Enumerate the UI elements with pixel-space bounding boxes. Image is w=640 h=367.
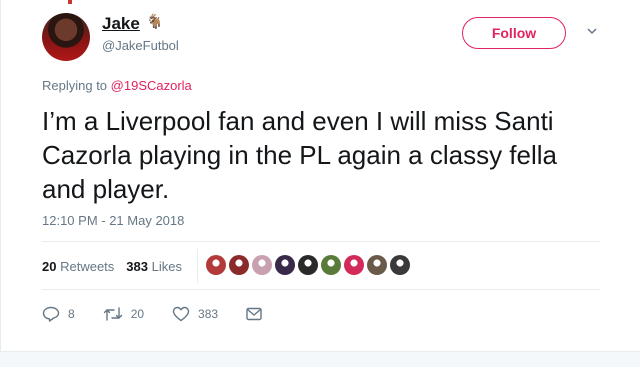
retweets-stat[interactable]: 20 Retweets <box>42 259 114 274</box>
divider <box>42 241 600 242</box>
reply-icon <box>42 306 60 322</box>
likes-count: 383 <box>126 259 148 274</box>
divider <box>42 289 600 290</box>
reply-count: 8 <box>68 307 75 321</box>
liker-avatar[interactable] <box>367 255 387 275</box>
action-bar: 8 20 383 <box>42 303 298 325</box>
left-border <box>0 0 1 366</box>
liker-avatar[interactable] <box>206 255 226 275</box>
liker-avatar[interactable] <box>298 255 318 275</box>
chevron-down-icon[interactable] <box>586 25 598 37</box>
goat-emoji-icon: 🐐 <box>146 13 164 29</box>
stats-separator <box>197 249 198 283</box>
retweet-icon <box>103 307 122 321</box>
liker-avatar[interactable] <box>252 255 272 275</box>
liker-avatar[interactable] <box>275 255 295 275</box>
engagement-stats: 20 Retweets 383 Likes <box>42 259 194 274</box>
liker-avatar[interactable] <box>321 255 341 275</box>
mention-link[interactable]: @19SCazorla <box>111 78 192 93</box>
top-mark <box>68 0 72 4</box>
liker-avatar[interactable] <box>229 255 249 275</box>
direct-message-action[interactable] <box>246 307 270 321</box>
heart-icon <box>172 306 190 322</box>
tweet-timestamp[interactable]: 12:10 PM - 21 May 2018 <box>42 213 184 228</box>
envelope-icon <box>246 307 262 321</box>
avatar[interactable] <box>42 13 90 61</box>
retweet-count: 20 <box>130 307 145 321</box>
retweet-action[interactable]: 20 <box>103 306 144 322</box>
like-action[interactable]: 383 <box>172 306 218 322</box>
like-count: 383 <box>198 307 219 321</box>
liker-avatar[interactable] <box>390 255 410 275</box>
replying-to: Replying to @19SCazorla <box>42 78 192 93</box>
user-handle[interactable]: @JakeFutbol <box>102 38 179 53</box>
reply-action[interactable]: 8 <box>42 306 75 322</box>
likes-label: Likes <box>151 259 182 274</box>
liker-avatar[interactable] <box>344 255 364 275</box>
display-name[interactable]: Jake <box>102 14 140 34</box>
retweets-count: 20 <box>42 259 57 274</box>
liker-avatars <box>206 255 413 275</box>
likes-stat[interactable]: 383 Likes <box>126 259 182 274</box>
replying-prefix: Replying to <box>42 78 111 93</box>
tweet-text: I’m a Liverpool fan and even I will miss… <box>42 106 557 204</box>
bottom-bar <box>0 351 640 367</box>
retweets-label: Retweets <box>60 259 115 274</box>
follow-button[interactable]: Follow <box>462 17 566 49</box>
